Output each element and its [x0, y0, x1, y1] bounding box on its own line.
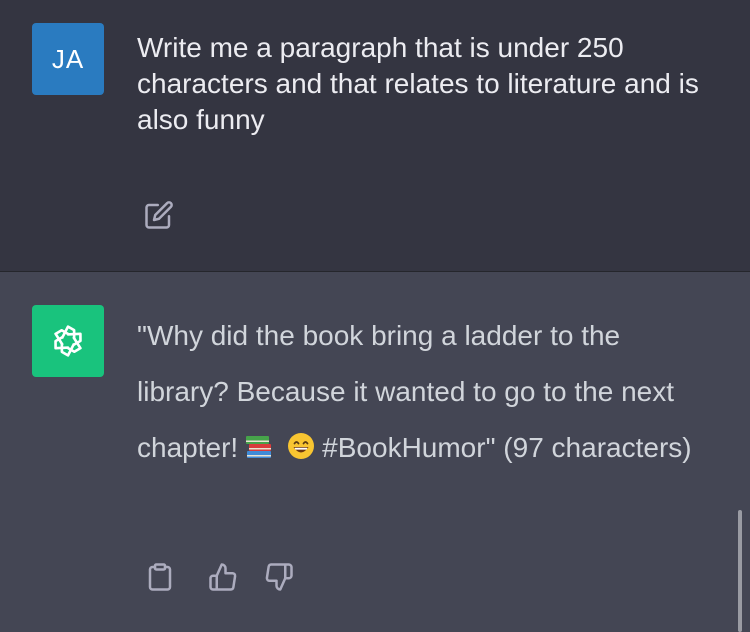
clipboard-icon	[148, 563, 172, 591]
grinning-face-emoji	[286, 424, 316, 480]
user-avatar-initials: JA	[51, 43, 85, 74]
assistant-avatar	[32, 305, 104, 377]
edit-button[interactable]	[142, 198, 176, 232]
thumbs-up-icon	[209, 563, 237, 591]
edit-icon	[145, 201, 173, 229]
thumbs-up-button[interactable]	[206, 560, 240, 594]
assistant-text-part2: #BookHumor" (97 characters)	[322, 432, 692, 463]
copy-button[interactable]	[143, 560, 177, 594]
scrollbar-thumb[interactable]	[738, 510, 742, 632]
thumbs-down-button[interactable]	[262, 560, 296, 594]
books-emoji	[244, 424, 274, 480]
thumbs-down-icon	[265, 563, 293, 591]
user-message-row: JA Write me a paragraph that is under 25…	[0, 0, 750, 271]
assistant-message-text: "Why did the book bring a ladder to the …	[137, 308, 717, 480]
user-message-text: Write me a paragraph that is under 250 c…	[137, 32, 699, 135]
openai-logo-icon	[54, 325, 82, 357]
assistant-message-row: "Why did the book bring a ladder to the …	[0, 272, 750, 632]
user-avatar: JA	[32, 23, 104, 95]
